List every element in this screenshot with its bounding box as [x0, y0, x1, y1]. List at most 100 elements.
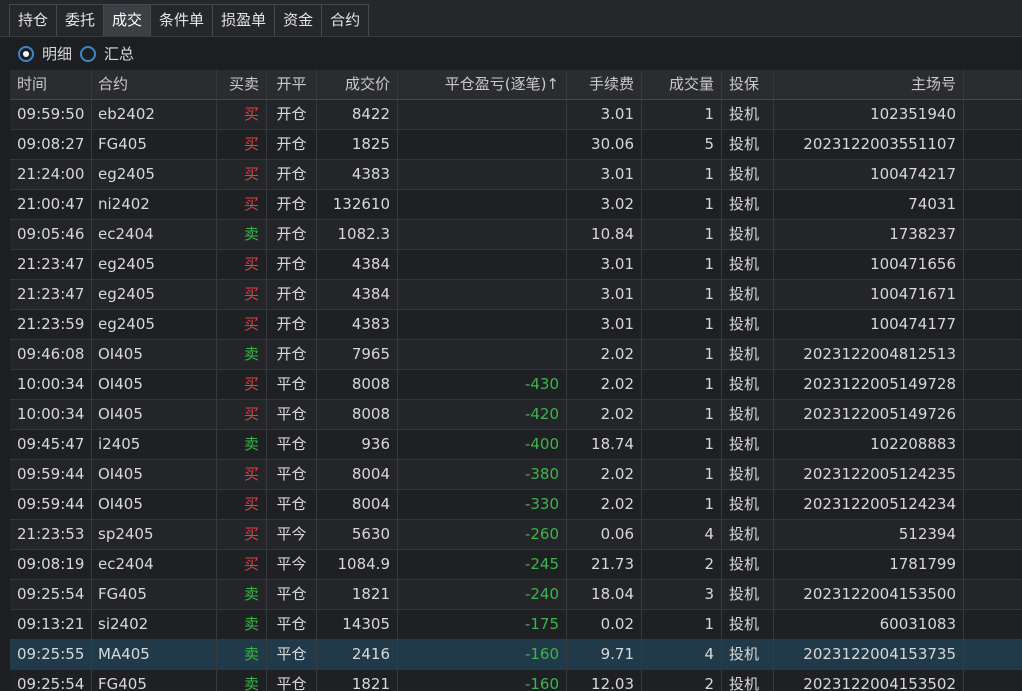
instrument-cell: OI405 [92, 400, 217, 429]
table-row[interactable]: 09:59:44 OI405 买平仓 8004 -380 2.02 1 投机 202312200… [10, 460, 1022, 490]
table-row[interactable]: 09:46:08 OI405 卖开仓 7965 2.02 1 投机 2023122004812… [10, 340, 1022, 370]
price-cell: 5630 [317, 520, 398, 549]
table-row[interactable]: 21:23:59 eg2405 买开仓 4383 3.01 1 投机 100474177 [10, 310, 1022, 340]
table-row[interactable]: 21:23:47 eg2405 买开仓 4384 3.01 1 投机 100471671 [10, 280, 1022, 310]
table-row[interactable]: 09:45:47 i2405 卖平仓 936 -400 18.74 1 投机 102208883 [10, 430, 1022, 460]
trade-no-cell: 60031083 [774, 610, 964, 639]
open-close-cell: 平仓 [267, 490, 317, 519]
tab-1[interactable]: 委托 [56, 4, 104, 36]
table-row[interactable]: 21:23:47 eg2405 买开仓 4384 3.01 1 投机 100471656 [10, 250, 1022, 280]
trade-no-cell: 2023122004153502 [774, 670, 964, 691]
table-row[interactable]: 09:59:50 eb2402 买开仓 8422 3.01 1 投机 102351940 [10, 100, 1022, 130]
col-close-pnl-header[interactable]: 平仓盈亏(逐笔)↑ [398, 70, 567, 99]
price-cell: 4384 [317, 280, 398, 309]
fee-cell: 0.02 [567, 610, 642, 639]
table-row[interactable]: 21:24:00 eg2405 买开仓 4383 3.01 1 投机 100474217 [10, 160, 1022, 190]
volume-cell: 1 [642, 280, 722, 309]
side-cell: 卖 [217, 580, 267, 609]
radio-checked-icon[interactable] [18, 45, 34, 62]
open-close-cell: 开仓 [267, 280, 317, 309]
row-filler [964, 550, 1022, 579]
table-row[interactable]: 10:00:34 OI405 买平仓 8008 -420 2.02 1 投机 202312200… [10, 400, 1022, 430]
col-time-header[interactable]: 时间 [10, 70, 92, 99]
hedge-cell: 投机 [722, 430, 774, 459]
time-cell: 09:59:44 [10, 460, 92, 489]
instrument-cell: OI405 [92, 340, 217, 369]
col-open-close-header[interactable]: 开平 [267, 70, 317, 99]
table-row[interactable]: 09:13:21 si2402 卖平仓 14305 -175 0.02 1 投机 6003108… [10, 610, 1022, 640]
table-row[interactable]: 09:25:55 MA405 卖平仓 2416 -160 9.71 4 投机 202312200… [10, 640, 1022, 670]
row-filler [964, 130, 1022, 159]
side-cell: 卖 [217, 610, 267, 639]
tab-bar: 持仓 委托 成交 条件单 损盈单 资金 合约 [0, 0, 1022, 37]
col-fee-header[interactable]: 手续费 [567, 70, 642, 99]
instrument-cell: ec2404 [92, 550, 217, 579]
tab-5[interactable]: 资金 [274, 4, 322, 36]
price-cell: 1082.3 [317, 220, 398, 249]
row-filler [964, 430, 1022, 459]
tab-6[interactable]: 合约 [321, 4, 370, 36]
table-row[interactable]: 09:25:54 FG405 卖平仓 1821 -240 18.04 3 投机 20231220… [10, 580, 1022, 610]
open-close-cell: 开仓 [267, 340, 317, 369]
col-volume-header[interactable]: 成交量 [642, 70, 722, 99]
table-row[interactable]: 21:23:53 sp2405 买平今 5630 -260 0.06 4 投机 512394 [10, 520, 1022, 550]
tab-2[interactable]: 成交 [103, 4, 151, 36]
price-cell: 8004 [317, 490, 398, 519]
fee-cell: 18.04 [567, 580, 642, 609]
col-instrument-header[interactable]: 合约 [92, 70, 217, 99]
hedge-cell: 投机 [722, 190, 774, 219]
open-close-cell: 开仓 [267, 130, 317, 159]
instrument-cell: OI405 [92, 460, 217, 489]
fee-cell: 0.06 [567, 520, 642, 549]
trade-no-cell: 1781799 [774, 550, 964, 579]
side-cell: 买 [217, 460, 267, 489]
instrument-cell: FG405 [92, 580, 217, 609]
close-pnl-cell [398, 220, 567, 249]
close-pnl-cell [398, 190, 567, 219]
side-cell: 买 [217, 160, 267, 189]
view-mode-option-0[interactable]: 明细 [18, 43, 72, 64]
table-row[interactable]: 09:25:54 FG405 卖平仓 1821 -160 12.03 2 投机 20231220… [10, 670, 1022, 691]
table-body: 09:59:50 eb2402 买开仓 8422 3.01 1 投机 102351940 09:… [10, 100, 1022, 691]
col-price-header[interactable]: 成交价 [317, 70, 398, 99]
tab-4[interactable]: 损盈单 [212, 4, 275, 36]
open-close-cell: 平仓 [267, 580, 317, 609]
hedge-cell: 投机 [722, 310, 774, 339]
instrument-cell: eg2405 [92, 160, 217, 189]
table-row[interactable]: 09:08:27 FG405 买开仓 1825 30.06 5 投机 202312200355… [10, 130, 1022, 160]
view-mode-option-1[interactable]: 汇总 [80, 43, 134, 64]
time-cell: 21:23:53 [10, 520, 92, 549]
open-close-cell: 开仓 [267, 160, 317, 189]
radio-unchecked-icon[interactable] [80, 45, 97, 62]
time-cell: 10:00:34 [10, 400, 92, 429]
table-row[interactable]: 10:00:34 OI405 买平仓 8008 -430 2.02 1 投机 202312200… [10, 370, 1022, 400]
fee-cell: 9.71 [567, 640, 642, 669]
open-close-cell: 平仓 [267, 670, 317, 691]
time-cell: 09:59:44 [10, 490, 92, 519]
col-trade-no-header[interactable]: 主场号 [774, 70, 964, 99]
hedge-cell: 投机 [722, 640, 774, 669]
table-row[interactable]: 09:05:46 ec2404 卖开仓 1082.3 10.84 1 投机 1738237 [10, 220, 1022, 250]
close-pnl-cell: -160 [398, 640, 567, 669]
tab-3[interactable]: 条件单 [150, 4, 213, 36]
price-cell: 132610 [317, 190, 398, 219]
close-pnl-cell: -330 [398, 490, 567, 519]
hedge-cell: 投机 [722, 550, 774, 579]
volume-cell: 2 [642, 670, 722, 691]
col-side-header[interactable]: 买卖 [217, 70, 267, 99]
time-cell: 09:46:08 [10, 340, 92, 369]
fee-cell: 3.02 [567, 190, 642, 219]
volume-cell: 1 [642, 220, 722, 249]
instrument-cell: ec2404 [92, 220, 217, 249]
time-cell: 09:13:21 [10, 610, 92, 639]
volume-cell: 1 [642, 610, 722, 639]
side-cell: 买 [217, 490, 267, 519]
table-row[interactable]: 21:00:47 ni2402 买开仓 132610 3.02 1 投机 74031 [10, 190, 1022, 220]
table-row[interactable]: 09:08:19 ec2404 买平今 1084.9 -245 21.73 2 投机 17817… [10, 550, 1022, 580]
col-hedge-header[interactable]: 投保 [722, 70, 774, 99]
volume-cell: 4 [642, 640, 722, 669]
open-close-cell: 平仓 [267, 610, 317, 639]
trade-no-cell: 102208883 [774, 430, 964, 459]
table-row[interactable]: 09:59:44 OI405 买平仓 8004 -330 2.02 1 投机 202312200… [10, 490, 1022, 520]
tab-0[interactable]: 持仓 [9, 4, 57, 36]
